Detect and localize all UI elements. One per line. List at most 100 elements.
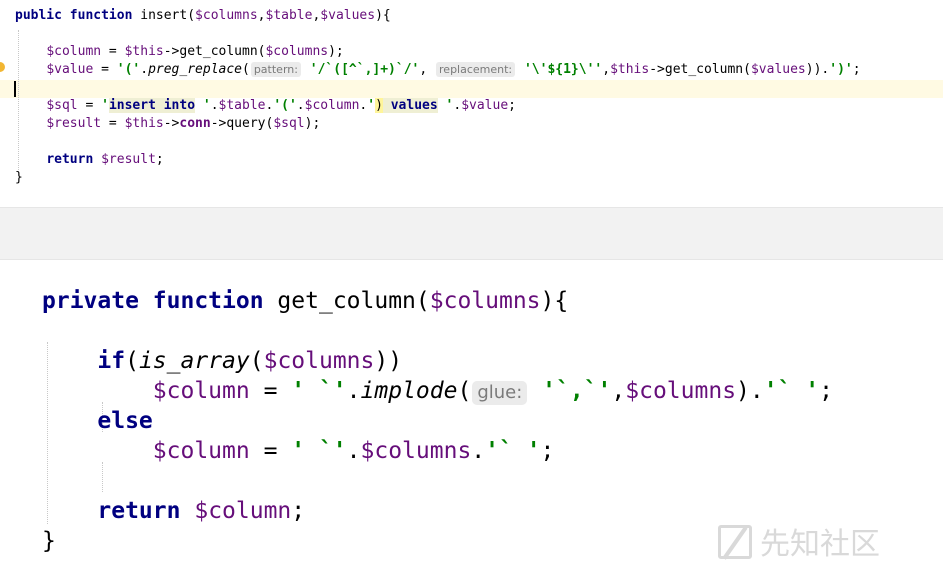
code-token: } [15, 170, 23, 185]
code-token: ; [508, 98, 516, 113]
code-token: $result [46, 116, 102, 131]
code-token: ' [367, 98, 376, 113]
code-token: '` ' [485, 438, 541, 464]
code-token: $columns [360, 438, 472, 464]
code-token: $sql [46, 98, 78, 113]
code-token: ). [736, 378, 764, 404]
code-token: return [97, 498, 181, 524]
code-line: $sql = 'insert into '.$table.'('.$column… [15, 97, 516, 115]
code-token: $column [46, 44, 102, 59]
code-token: ' [101, 98, 109, 113]
code-token: public [15, 8, 62, 23]
code-token: values [390, 98, 438, 113]
panel-separator [0, 207, 943, 260]
code-line: $column = ' `'.implode(glue: '`,`',$colu… [42, 376, 833, 406]
code-token: = [93, 62, 117, 77]
code-line: return $result; [15, 151, 164, 169]
code-line: $column = ' `'.$columns.'` '; [42, 436, 555, 466]
code-token: $this [124, 44, 164, 59]
code-token: , [419, 62, 436, 77]
code-token: ; [819, 378, 833, 404]
code-token: $result [101, 152, 156, 167]
code-line: public function insert($columns,$table,$… [15, 7, 391, 25]
code-token: function [152, 288, 264, 314]
code-token: ; [291, 498, 306, 524]
code-line: $column = $this->get_column($columns); [15, 43, 343, 61]
code-token: ); [304, 116, 321, 131]
code-token: '(' [116, 62, 141, 77]
code-token: ->get_column( [163, 44, 266, 59]
code-token: ' [437, 98, 454, 113]
code-token: $values [320, 8, 376, 23]
code-token: ( [249, 348, 264, 374]
code-token [382, 98, 391, 113]
code-token: else [97, 408, 153, 434]
code-token: $table [265, 8, 313, 23]
code-token: ->get_column( [649, 62, 751, 77]
code-token: $column [152, 378, 250, 404]
code-token: ( [125, 348, 139, 374]
code-token: -> [163, 116, 180, 131]
code-token: ) [375, 98, 383, 113]
code-token: = [77, 98, 102, 113]
code-token: insert into [108, 98, 196, 113]
code-token: '/`([^`,]+)`/' [309, 62, 420, 77]
code-token: $sql [273, 116, 305, 131]
code-token: )) [374, 348, 403, 374]
code-token: $column [194, 498, 292, 524]
code-line: $value = '('.preg_replace(pattern: '/`([… [15, 61, 861, 79]
code-line: else [42, 406, 153, 436]
code-token: '`,`' [542, 378, 612, 404]
code-token: $values [750, 62, 806, 77]
parameter-hint: glue: [472, 381, 528, 405]
code-token: $columns [429, 288, 541, 314]
code-token: is_array [138, 348, 250, 374]
code-token: ; [155, 152, 164, 167]
code-editor-top[interactable]: public function insert($columns,$table,$… [0, 0, 943, 207]
code-token: $this [610, 62, 650, 77]
code-token: $column [152, 438, 250, 464]
intention-bulb-icon[interactable] [0, 62, 5, 72]
code-line: if(is_array($columns)) [42, 346, 402, 376]
code-token: $columns [195, 8, 258, 23]
indent-guide [102, 462, 103, 492]
code-token: $value [46, 62, 94, 77]
code-token: $this [124, 116, 164, 131]
code-token: , [257, 8, 266, 23]
code-token: ( [457, 378, 472, 404]
code-token: get_column( [263, 288, 430, 314]
code-token: implode [360, 378, 458, 404]
code-token: $column [304, 98, 360, 113]
code-token: ; [852, 62, 861, 77]
xianzhi-logo-icon [718, 525, 752, 559]
code-token: if [97, 348, 126, 374]
code-token: private [42, 288, 139, 314]
code-line: } [15, 169, 23, 187]
code-token: ' [195, 98, 211, 113]
code-line: return $column; [42, 496, 305, 526]
code-token: function [69, 8, 133, 23]
watermark-text: 先知社区 [760, 527, 880, 562]
code-token: = [101, 116, 125, 131]
code-token: , [611, 378, 626, 404]
code-token: . [346, 438, 361, 464]
parameter-hint: pattern: [250, 62, 301, 77]
code-token: ->query( [210, 116, 274, 131]
code-token: $columns [263, 348, 375, 374]
code-line: } [42, 526, 56, 556]
code-token: . [140, 62, 149, 77]
code-token: , [602, 62, 611, 77]
code-token: ' `' [291, 378, 347, 404]
